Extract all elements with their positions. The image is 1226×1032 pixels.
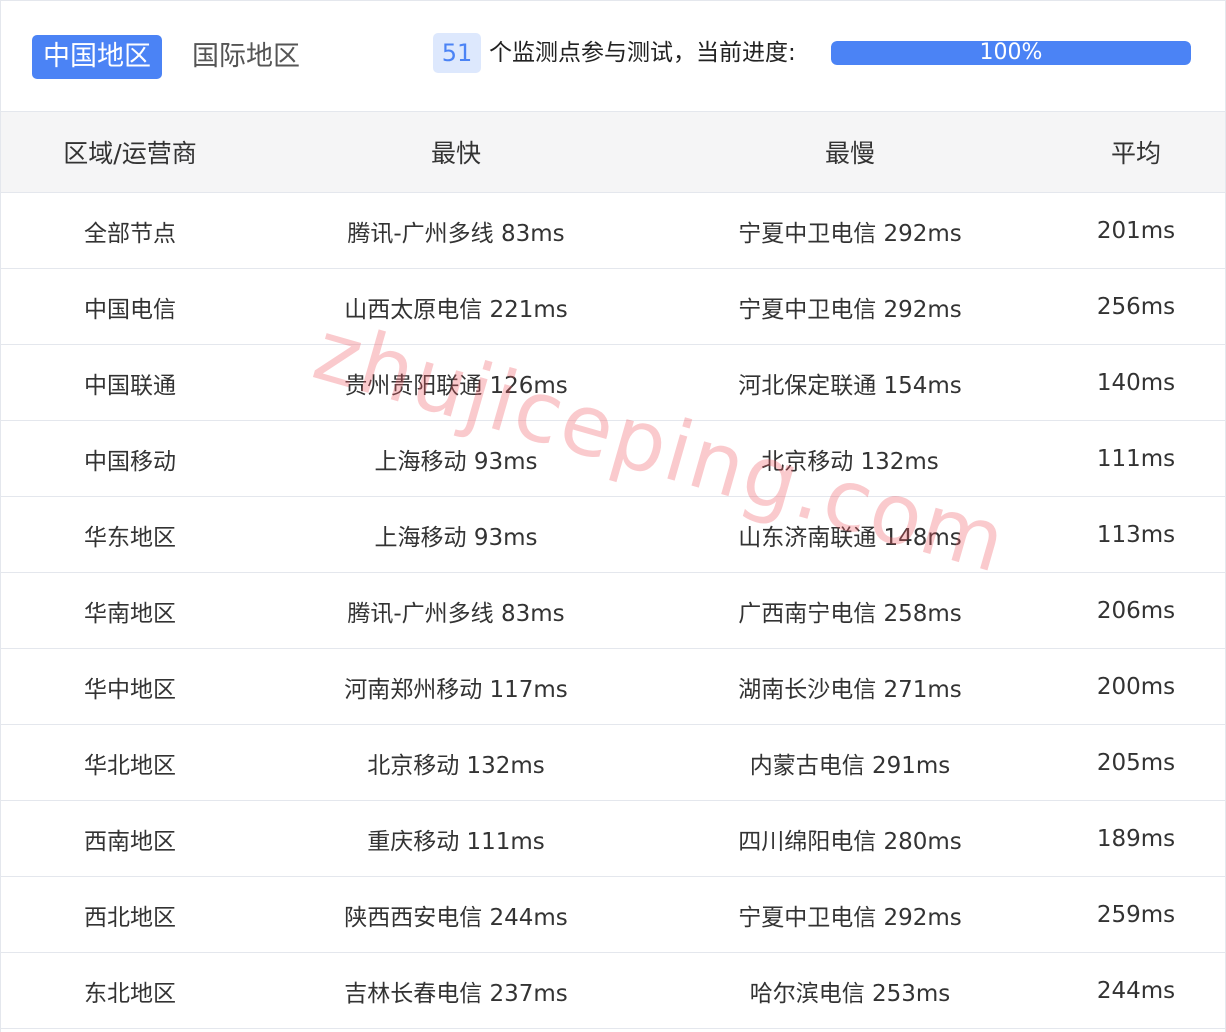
cell-slowest: 四川绵阳电信 280ms bbox=[653, 800, 1047, 877]
cell-fastest: 山西太原电信 221ms bbox=[259, 268, 653, 345]
cell-slowest: 山东济南联通 148ms bbox=[653, 496, 1047, 573]
table-row: 中国联通 贵州贵阳联通 126ms 河北保定联通 154ms 140ms bbox=[1, 344, 1225, 421]
column-header-region: 区域/运营商 bbox=[1, 112, 259, 193]
speed-test-panel: 中国地区 国际地区 51 个监测点参与测试，当前进度: 100% 区域/运营商 … bbox=[0, 0, 1226, 1032]
cell-fastest: 上海移动 93ms bbox=[259, 496, 653, 573]
cell-fastest: 上海移动 93ms bbox=[259, 420, 653, 497]
progress-bar: 100% bbox=[831, 41, 1191, 65]
cell-fastest: 北京移动 132ms bbox=[259, 724, 653, 801]
cell-fastest: 腾讯-广州多线 83ms bbox=[259, 572, 653, 649]
table-row: 西北地区 陕西西安电信 244ms 宁夏中卫电信 292ms 259ms bbox=[1, 876, 1225, 953]
cell-region: 全部节点 bbox=[1, 192, 259, 269]
table-row: 西南地区 重庆移动 111ms 四川绵阳电信 280ms 189ms bbox=[1, 800, 1225, 877]
cell-region: 西北地区 bbox=[1, 876, 259, 953]
cell-slowest: 哈尔滨电信 253ms bbox=[653, 952, 1047, 1029]
cell-region: 中国电信 bbox=[1, 268, 259, 345]
cell-average: 259ms bbox=[1047, 876, 1225, 953]
table-row: 全部节点 腾讯-广州多线 83ms 宁夏中卫电信 292ms 201ms bbox=[1, 192, 1225, 269]
table-row: 东北地区 吉林长春电信 237ms 哈尔滨电信 253ms 244ms bbox=[1, 952, 1225, 1029]
table-header: 区域/运营商 最快 最慢 平均 bbox=[1, 112, 1225, 193]
cell-average: 189ms bbox=[1047, 800, 1225, 877]
cell-slowest: 宁夏中卫电信 292ms bbox=[653, 876, 1047, 953]
cell-average: 206ms bbox=[1047, 572, 1225, 649]
cell-slowest: 北京移动 132ms bbox=[653, 420, 1047, 497]
cell-slowest: 广西南宁电信 258ms bbox=[653, 572, 1047, 649]
cell-average: 140ms bbox=[1047, 344, 1225, 421]
cell-slowest: 内蒙古电信 291ms bbox=[653, 724, 1047, 801]
cell-slowest: 湖南长沙电信 271ms bbox=[653, 648, 1047, 725]
cell-fastest: 腾讯-广州多线 83ms bbox=[259, 192, 653, 269]
table-row: 中国移动 上海移动 93ms 北京移动 132ms 111ms bbox=[1, 420, 1225, 497]
table-body: 全部节点 腾讯-广州多线 83ms 宁夏中卫电信 292ms 201ms 中国电… bbox=[1, 192, 1225, 1029]
cell-fastest: 重庆移动 111ms bbox=[259, 800, 653, 877]
cell-region: 东北地区 bbox=[1, 952, 259, 1029]
cell-region: 华中地区 bbox=[1, 648, 259, 725]
table-row: 中国电信 山西太原电信 221ms 宁夏中卫电信 292ms 256ms bbox=[1, 268, 1225, 345]
cell-average: 256ms bbox=[1047, 268, 1225, 345]
tab-international[interactable]: 国际地区 bbox=[181, 35, 311, 79]
cell-region: 华东地区 bbox=[1, 496, 259, 573]
monitor-count-badge: 51 bbox=[433, 33, 481, 73]
cell-region: 中国移动 bbox=[1, 420, 259, 497]
cell-region: 华北地区 bbox=[1, 724, 259, 801]
cell-average: 111ms bbox=[1047, 420, 1225, 497]
table-row: 华南地区 腾讯-广州多线 83ms 广西南宁电信 258ms 206ms bbox=[1, 572, 1225, 649]
cell-average: 244ms bbox=[1047, 952, 1225, 1029]
panel-header: 中国地区 国际地区 51 个监测点参与测试，当前进度: 100% bbox=[1, 1, 1225, 112]
column-header-average: 平均 bbox=[1047, 112, 1225, 193]
cell-slowest: 河北保定联通 154ms bbox=[653, 344, 1047, 421]
table-row: 华中地区 河南郑州移动 117ms 湖南长沙电信 271ms 200ms bbox=[1, 648, 1225, 725]
cell-slowest: 宁夏中卫电信 292ms bbox=[653, 192, 1047, 269]
cell-fastest: 吉林长春电信 237ms bbox=[259, 952, 653, 1029]
table-row: 华东地区 上海移动 93ms 山东济南联通 148ms 113ms bbox=[1, 496, 1225, 573]
cell-average: 201ms bbox=[1047, 192, 1225, 269]
cell-average: 200ms bbox=[1047, 648, 1225, 725]
results-table: 区域/运营商 最快 最慢 平均 全部节点 腾讯-广州多线 83ms 宁夏中卫电信… bbox=[1, 112, 1225, 1029]
tab-china[interactable]: 中国地区 bbox=[32, 35, 162, 79]
progress-status-text: 个监测点参与测试，当前进度: bbox=[489, 40, 796, 66]
cell-fastest: 陕西西安电信 244ms bbox=[259, 876, 653, 953]
progress-bar-label: 100% bbox=[979, 41, 1043, 65]
column-header-fastest: 最快 bbox=[259, 112, 653, 193]
cell-slowest: 宁夏中卫电信 292ms bbox=[653, 268, 1047, 345]
column-header-slowest: 最慢 bbox=[653, 112, 1047, 193]
cell-region: 华南地区 bbox=[1, 572, 259, 649]
cell-average: 113ms bbox=[1047, 496, 1225, 573]
table-header-row: 区域/运营商 最快 最慢 平均 bbox=[1, 112, 1225, 193]
cell-average: 205ms bbox=[1047, 724, 1225, 801]
table-row: 华北地区 北京移动 132ms 内蒙古电信 291ms 205ms bbox=[1, 724, 1225, 801]
cell-fastest: 贵州贵阳联通 126ms bbox=[259, 344, 653, 421]
cell-fastest: 河南郑州移动 117ms bbox=[259, 648, 653, 725]
cell-region: 西南地区 bbox=[1, 800, 259, 877]
cell-region: 中国联通 bbox=[1, 344, 259, 421]
